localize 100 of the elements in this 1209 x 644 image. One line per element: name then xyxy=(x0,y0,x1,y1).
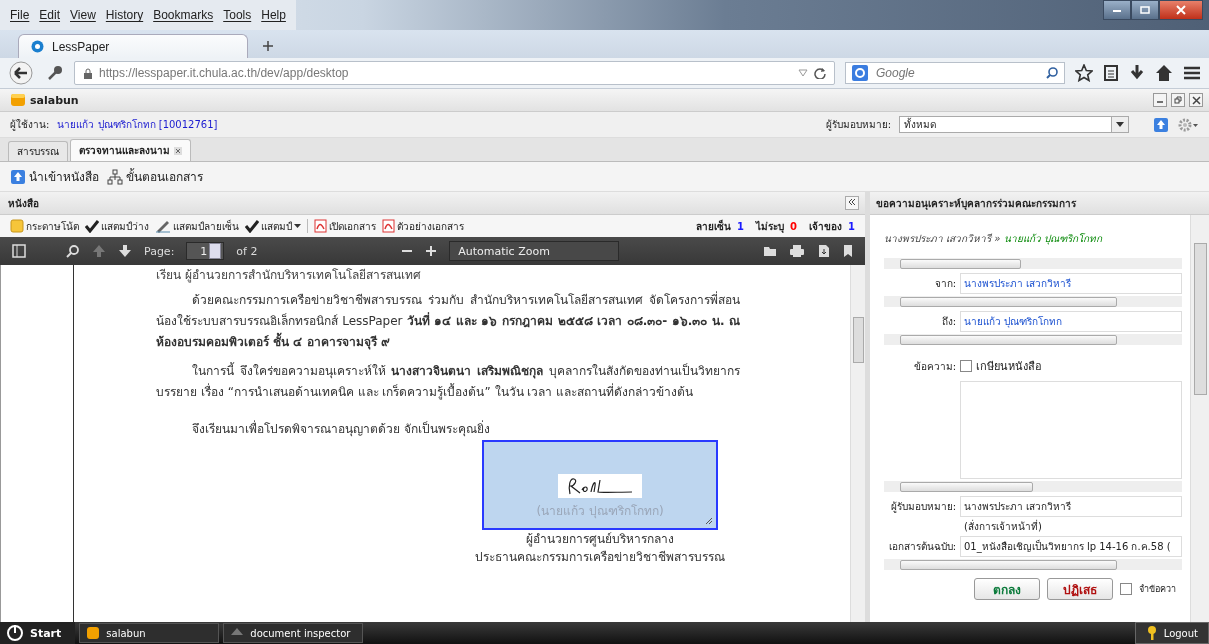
horizontal-scrollbar[interactable] xyxy=(884,296,1182,307)
print-icon[interactable] xyxy=(789,244,805,258)
tab[interactable]: ตรวจทานและลงนาม xyxy=(70,139,191,161)
gear-icon[interactable] xyxy=(1177,116,1199,133)
toolbar-button[interactable]: เปิดเอกสาร xyxy=(314,218,376,234)
minimize-button[interactable] xyxy=(1103,0,1131,20)
minimize-icon xyxy=(1112,7,1122,13)
zoom-select[interactable]: Automatic Zoom xyxy=(449,241,620,261)
new-tab-icon[interactable] xyxy=(262,40,274,52)
minimize-button[interactable] xyxy=(1153,93,1167,107)
vertical-scrollbar[interactable] xyxy=(1190,215,1209,622)
power-icon xyxy=(6,624,24,642)
count-value: 0 xyxy=(790,220,798,232)
pdf-icon xyxy=(314,219,327,233)
clipboard-icon[interactable] xyxy=(1103,64,1119,82)
close-button[interactable] xyxy=(1159,0,1203,20)
menu-icon[interactable] xyxy=(1183,65,1201,81)
endorse-label: เกษียนหนังสือ xyxy=(976,359,1042,375)
menu-item[interactable]: View xyxy=(70,8,96,22)
logout-button[interactable]: Logout xyxy=(1134,622,1209,644)
assignee-note: (สั่งการเจ้าหน้าที่) xyxy=(963,518,1043,534)
horizontal-scrollbar[interactable] xyxy=(884,481,1182,492)
horizontal-scrollbar[interactable] xyxy=(884,559,1182,570)
action-link[interactable]: ขั้นตอนเอกสาร xyxy=(107,167,203,186)
to-field[interactable]: นายแก้ว ปุณฑริกโกทก xyxy=(960,311,1182,332)
toolbar-button[interactable]: ตัวอย่างเอกสาร xyxy=(382,218,464,234)
taskbar-item[interactable]: document inspector xyxy=(223,623,364,643)
menu-item[interactable]: Bookmarks xyxy=(153,8,214,22)
double-chevron-icon xyxy=(848,198,856,206)
close-icon xyxy=(1191,95,1201,105)
position-title: ผู้อำนวยการศูนย์บริหารกลาง xyxy=(525,531,675,548)
close-icon[interactable] xyxy=(174,146,182,155)
toolbar-button[interactable]: แสตมป์ลายเซ็น xyxy=(155,218,239,234)
address-bar[interactable]: https://lesspaper.it.chula.ac.th/dev/app/desktop xyxy=(74,61,835,85)
resize-grip-icon[interactable] xyxy=(705,517,713,525)
key-icon[interactable] xyxy=(46,65,64,81)
action-link[interactable]: นำเข้าหนังสือ xyxy=(10,167,99,186)
from-label: จาก: xyxy=(933,277,956,291)
menu-item[interactable]: History xyxy=(105,8,144,22)
message-field[interactable] xyxy=(960,381,1182,479)
from-field[interactable]: นางพรประภา เสวกวิหารี xyxy=(960,273,1182,294)
menu-item[interactable]: File xyxy=(10,8,30,22)
zoom-in-icon[interactable] xyxy=(425,245,438,257)
search-icon[interactable] xyxy=(66,244,80,258)
taskbar-item[interactable]: salabun xyxy=(79,623,220,643)
remember-label: จำข้อควา xyxy=(1139,583,1176,596)
caret-icon xyxy=(1116,122,1124,127)
start-button[interactable]: Start xyxy=(0,622,76,644)
menu-item[interactable]: Help xyxy=(261,8,286,22)
restore-icon xyxy=(1174,96,1182,104)
toolbar-button[interactable]: แสตมป์ xyxy=(245,218,301,234)
menu-item[interactable]: Tools xyxy=(223,8,252,22)
endorse-checkbox[interactable] xyxy=(960,360,972,372)
search-icon[interactable] xyxy=(1046,67,1058,79)
folder-icon[interactable] xyxy=(763,244,777,258)
tab[interactable]: สารบรรณ xyxy=(8,141,68,161)
user-name[interactable]: นายแก้ว ปุณฑริกโกทก [10012761] xyxy=(57,117,218,132)
collapse-button[interactable] xyxy=(845,196,859,210)
sidebar-toggle-icon[interactable] xyxy=(12,244,26,258)
route-to[interactable]: นายแก้ว ปุณฑริกโกทก xyxy=(1003,233,1102,244)
assignee-label: ผู้รับมอบหมาย: xyxy=(889,500,956,514)
save-icon[interactable] xyxy=(817,244,831,258)
close-button[interactable] xyxy=(1189,93,1203,107)
reload-icon[interactable] xyxy=(814,67,826,79)
horizontal-scrollbar[interactable] xyxy=(884,334,1182,345)
page-count: of 2 xyxy=(236,244,258,258)
search-engine-icon[interactable] xyxy=(852,65,868,81)
toolbar-button[interactable]: แสตมป์ว่าง xyxy=(85,218,149,234)
down-arrow-icon[interactable] xyxy=(118,244,132,258)
assignee-field[interactable]: นางพรประภา เสวกวิหารี xyxy=(960,496,1182,517)
up-arrow-icon[interactable] xyxy=(92,244,106,258)
bookmark-icon[interactable] xyxy=(843,244,853,258)
circle-logo-icon xyxy=(31,40,44,53)
horizontal-scrollbar[interactable] xyxy=(884,258,1182,269)
download-icon[interactable] xyxy=(1129,64,1145,82)
home-icon[interactable] xyxy=(1155,64,1173,82)
browser-tab[interactable]: LessPaper xyxy=(18,34,248,58)
reject-button[interactable]: ปฏิเสธ xyxy=(1047,578,1113,600)
original-field[interactable]: 01_หนังสือเชิญเป็นวิทยากร lp 14-16 ก.ค.58 ( xyxy=(960,536,1182,557)
assignee-label: ผู้รับมอบหมาย: xyxy=(825,118,891,132)
route-from[interactable]: นางพรประภา เสวกวิหารี » xyxy=(884,233,1001,244)
salutation-text: เรียน ผู้อำนวยการสำนักบริหารเทคโนโลยีสารสนเทศ xyxy=(156,267,422,285)
page-number-field[interactable]: 1 xyxy=(186,242,225,260)
star-icon[interactable] xyxy=(1075,64,1093,82)
restore-button[interactable] xyxy=(1171,93,1185,107)
vertical-scrollbar[interactable] xyxy=(850,265,865,622)
ok-button[interactable]: ตกลง xyxy=(974,578,1040,600)
toolbar-button[interactable]: กระดาษโน้ต xyxy=(10,218,79,234)
check-icon xyxy=(85,219,99,233)
upload-icon[interactable] xyxy=(1153,116,1169,133)
search-box[interactable]: Google xyxy=(845,62,1065,84)
note-icon xyxy=(10,219,24,233)
maximize-button[interactable] xyxy=(1131,0,1159,20)
menu-item[interactable]: Edit xyxy=(39,8,61,22)
assignee-select[interactable]: ทั้งหมด xyxy=(899,116,1129,133)
caret-icon xyxy=(294,224,301,228)
panel-title: ขอความอนุเคราะห์บุคลากรร่วมคณะกรรมการ xyxy=(876,196,1076,211)
remember-checkbox[interactable] xyxy=(1120,583,1132,595)
back-icon[interactable] xyxy=(8,61,36,85)
database-icon xyxy=(10,92,26,108)
